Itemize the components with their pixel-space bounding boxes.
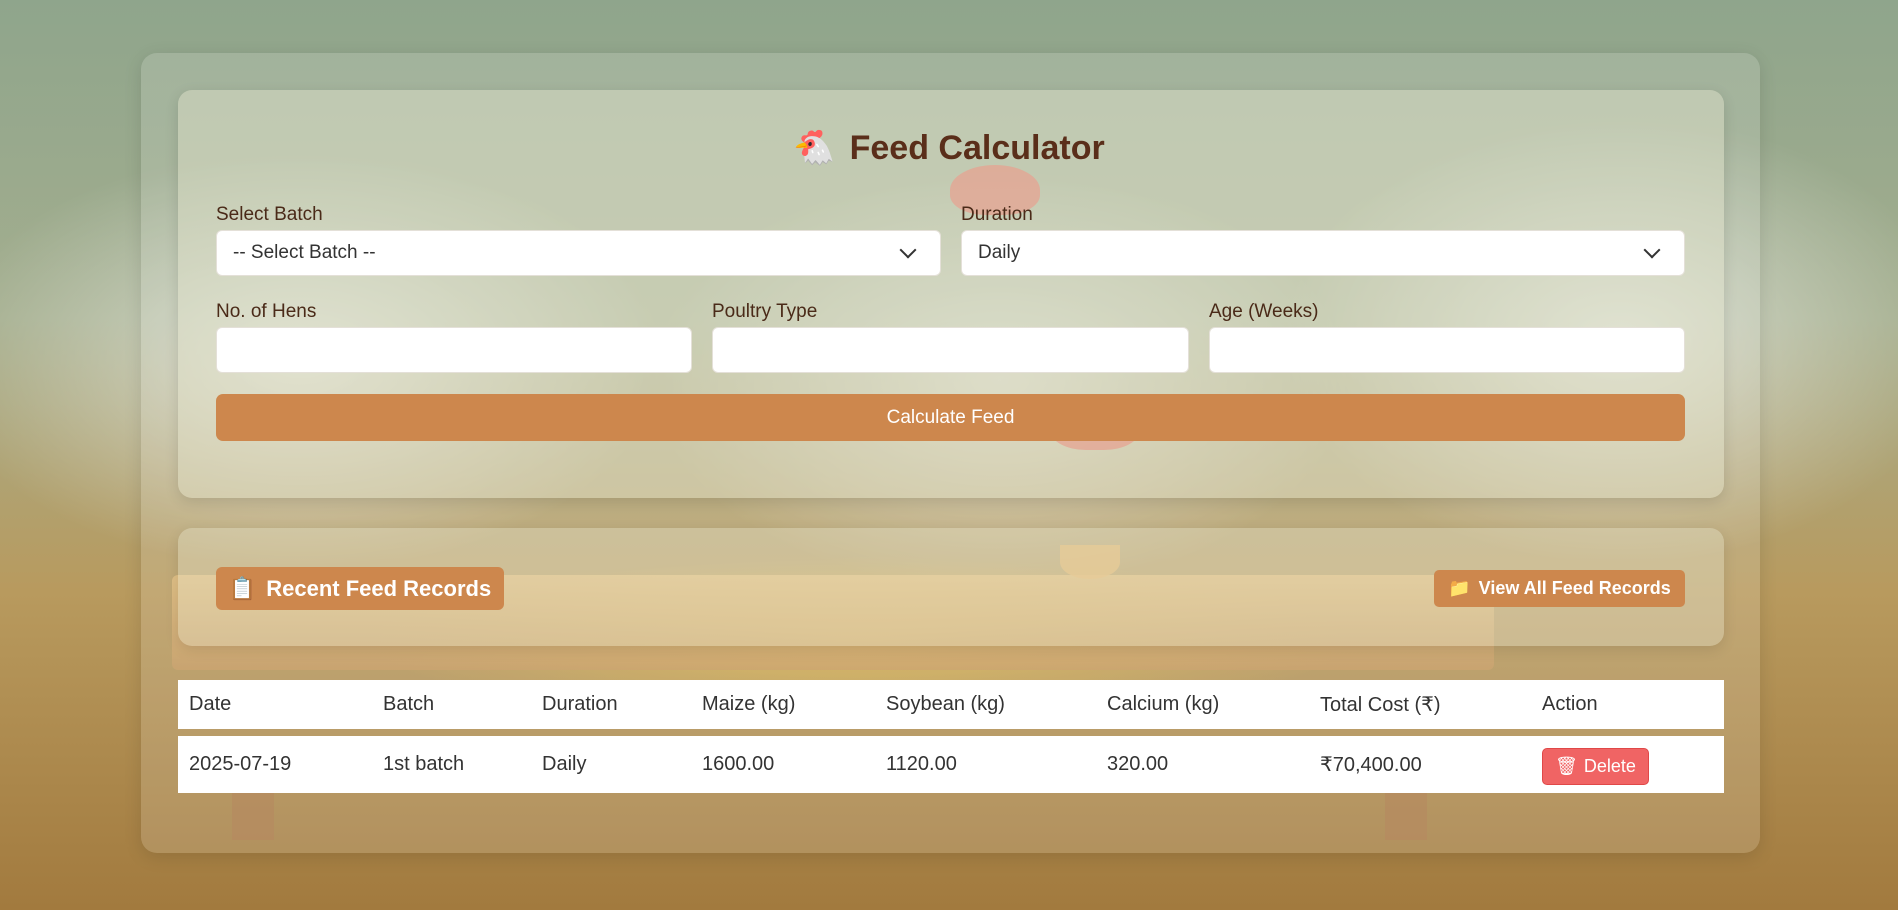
soybean-cell: 1120.00 (875, 736, 1096, 793)
calculate-feed-button[interactable]: Calculate Feed (216, 394, 1685, 441)
poultry-type-label: Poultry Type (712, 301, 818, 322)
page-title: 🐔 Feed Calculator (0, 128, 1898, 168)
table-header-row: Date Batch Duration Maize (kg) Soybean (… (178, 680, 1724, 729)
trash-icon: 🗑 (1555, 755, 1578, 776)
view-all-records-button[interactable]: 📁 View All Feed Records (1434, 570, 1685, 607)
delete-button[interactable]: 🗑 Delete (1542, 747, 1649, 785)
maize-cell: 1600.00 (691, 736, 875, 793)
column-header: Calcium (kg) (1096, 680, 1309, 729)
batch-label: Select Batch (216, 204, 323, 225)
column-header: Action (1531, 680, 1724, 729)
clipboard-icon: 📋 (228, 575, 257, 601)
duration-cell: Daily (531, 736, 691, 793)
batch-select[interactable]: -- Select Batch -- (216, 230, 941, 276)
recent-records-title: 📋 Recent Feed Records (216, 567, 504, 610)
age-input[interactable] (1209, 327, 1685, 373)
column-header: Maize (kg) (691, 680, 875, 729)
total-cost-cell: ₹70,400.00 (1309, 736, 1531, 793)
hens-input[interactable] (216, 327, 692, 373)
feed-records-table: Date Batch Duration Maize (kg) Soybean (… (178, 673, 1724, 800)
chevron-down-icon (899, 241, 917, 259)
recent-records-title-text: Recent Feed Records (266, 575, 492, 601)
column-header: Date (178, 680, 372, 729)
action-cell: 🗑 Delete (1531, 736, 1724, 793)
page-title-text: Feed Calculator (849, 128, 1105, 167)
batch-select-value: -- Select Batch -- (233, 242, 376, 263)
folder-icon: 📁 (1448, 578, 1471, 598)
duration-select-value: Daily (978, 242, 1021, 263)
view-all-records-label: View All Feed Records (1478, 578, 1671, 598)
age-label: Age (Weeks) (1209, 301, 1319, 322)
date-cell: 2025-07-19 (178, 736, 372, 793)
table-row: 2025-07-19 1st batch Daily 1600.00 1120.… (178, 736, 1724, 793)
column-header: Duration (531, 680, 691, 729)
column-header: Soybean (kg) (875, 680, 1096, 729)
duration-label: Duration (961, 204, 1033, 225)
batch-cell: 1st batch (372, 736, 531, 793)
chicken-icon: 🐔 (793, 129, 836, 167)
poultry-type-input[interactable] (712, 327, 1189, 373)
duration-select[interactable]: Daily (961, 230, 1685, 276)
column-header: Total Cost (₹) (1309, 680, 1531, 729)
hens-label: No. of Hens (216, 301, 317, 322)
chevron-down-icon (1643, 241, 1661, 259)
calcium-cell: 320.00 (1096, 736, 1309, 793)
delete-label: Delete (1583, 755, 1636, 776)
column-header: Batch (372, 680, 531, 729)
